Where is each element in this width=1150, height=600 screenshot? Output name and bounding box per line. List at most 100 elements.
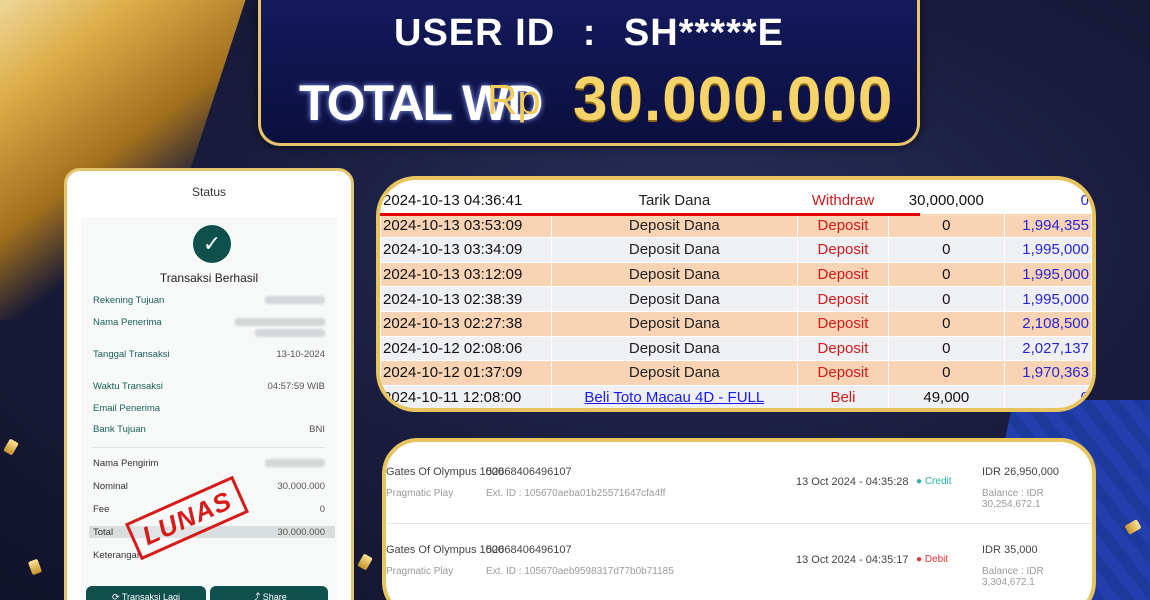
row-balance-text: 2,108,500 bbox=[1022, 315, 1089, 333]
row-date-text: 2024-10-13 03:53:09 bbox=[383, 216, 523, 234]
refresh-icon: ⟳ bbox=[111, 592, 122, 600]
row-amount: 0 bbox=[887, 360, 1005, 386]
row-date: 2024-10-12 01:37:09 bbox=[380, 360, 552, 386]
row-description: Tarik Dana bbox=[550, 188, 799, 214]
row-date: 2024-10-13 03:53:09 bbox=[380, 212, 552, 239]
user-id-row: USER ID : SH*****E bbox=[261, 12, 917, 55]
row-amount-text: 0 bbox=[942, 290, 951, 308]
game-row: Gates Of Olympus 1000 Pragmatic Play 52668… bbox=[386, 446, 1092, 524]
row-type-text: Deposit bbox=[817, 290, 869, 308]
row-type: Deposit bbox=[797, 212, 889, 239]
row-date-text: 2024-10-13 02:27:38 bbox=[383, 315, 523, 333]
row-amount-text: 0 bbox=[942, 364, 951, 382]
game-provider: Pragmatic Play bbox=[386, 488, 454, 499]
divider bbox=[93, 447, 325, 448]
row-balance: 1,995,000 bbox=[1003, 237, 1092, 263]
row-date-text: 2024-10-13 04:36:41 bbox=[383, 192, 523, 210]
row-description-text: Deposit Dana bbox=[628, 216, 720, 234]
row-balance: 0 bbox=[1003, 384, 1092, 408]
row-description-text: Deposit Dana bbox=[628, 315, 720, 333]
row-balance: 1,994,355 bbox=[1003, 212, 1092, 239]
row-balance: 2,108,500 bbox=[1003, 310, 1092, 337]
bet-link[interactable]: Beli Toto Macau 4D - FULL bbox=[584, 389, 764, 406]
row-type-text: Deposit bbox=[817, 315, 869, 333]
row-description[interactable]: Beli Toto Macau 4D - FULL bbox=[550, 384, 799, 408]
row-date-text: 2024-10-13 03:34:09 bbox=[383, 241, 523, 259]
row-amount-text: 49,000 bbox=[923, 389, 970, 407]
row-date: 2024-10-11 12:08:00 bbox=[380, 384, 552, 408]
user-id-label: USER ID bbox=[394, 12, 556, 54]
table-row: 2024-10-13 03:34:09 Deposit Dana Deposit 0 1… bbox=[380, 237, 1092, 263]
game-status: ● Debit bbox=[916, 554, 948, 565]
game-time: 13 Oct 2024 - 04:35:28 bbox=[796, 476, 909, 488]
game-ext-id: Ext. ID : 105670aeb9598317d77b0b71185 bbox=[486, 566, 674, 577]
row-date-text: 2024-10-12 01:37:09 bbox=[383, 364, 523, 382]
row-date: 2024-10-13 02:38:39 bbox=[380, 286, 552, 312]
row-amount-text: 0 bbox=[942, 241, 951, 259]
game-status-label: Credit bbox=[924, 476, 952, 487]
game-status-label: Debit bbox=[924, 554, 949, 565]
game-row: Gates Of Olympus 1000 Pragmatic Play 52668… bbox=[386, 524, 1092, 600]
transaction-history-card: 2024-10-13 04:36:41 Tarik Dana Withdraw 30,… bbox=[376, 176, 1096, 412]
game-time: 13 Oct 2024 - 04:35:17 bbox=[796, 554, 909, 566]
row-description: Deposit Dana bbox=[550, 261, 799, 288]
game-balance: Balance : IDR 3,304,672.1 bbox=[982, 566, 1044, 588]
row-balance-text: 2,027,137 bbox=[1022, 339, 1089, 357]
game-id: 52668406496107 bbox=[486, 466, 572, 478]
table-row: 2024-10-13 03:12:09 Deposit Dana Deposit 0 1… bbox=[380, 261, 1092, 288]
status-text: Transaksi Berhasil bbox=[159, 271, 259, 285]
confetti-decoration bbox=[357, 553, 373, 571]
row-date-text: 2024-10-12 02:08:06 bbox=[383, 339, 523, 357]
row-type: Deposit bbox=[797, 237, 889, 263]
row-balance-text: 1,995,000 bbox=[1022, 266, 1089, 284]
row-date-text: 2024-10-13 02:38:39 bbox=[383, 290, 523, 308]
row-date: 2024-10-13 03:34:09 bbox=[380, 237, 552, 263]
row-balance: 0 bbox=[1003, 188, 1092, 214]
status-dot-icon: ● bbox=[916, 476, 925, 487]
row-type-text: Deposit bbox=[817, 216, 869, 234]
row-description-text: Deposit Dana bbox=[628, 339, 720, 357]
game-status: ● Credit bbox=[916, 476, 952, 487]
table-row: 2024-10-13 02:38:39 Deposit Dana Deposit 0 1… bbox=[380, 286, 1092, 312]
row-type: Beli bbox=[797, 384, 889, 408]
row-type: Deposit bbox=[797, 360, 889, 386]
table-row: 2024-10-12 01:37:09 Deposit Dana Deposit 0 1… bbox=[380, 360, 1092, 386]
row-type-text: Deposit bbox=[817, 339, 869, 357]
row-description: Deposit Dana bbox=[550, 286, 799, 312]
user-id-value: SH*****E bbox=[623, 12, 784, 54]
table-row: 2024-10-13 02:27:38 Deposit Dana Deposit 0 2… bbox=[380, 310, 1092, 337]
highlight-underline bbox=[380, 213, 920, 216]
row-balance-text: 1,995,000 bbox=[1022, 241, 1089, 259]
row-description-text: Tarik Dana bbox=[638, 192, 711, 210]
row-balance: 1,995,000 bbox=[1003, 286, 1092, 312]
row-description-text: Deposit Dana bbox=[628, 364, 720, 382]
row-amount-text: 30,000,000 bbox=[908, 192, 984, 210]
row-description: Deposit Dana bbox=[550, 212, 799, 239]
game-provider: Pragmatic Play bbox=[386, 566, 454, 577]
row-amount: 0 bbox=[887, 237, 1005, 263]
transaction-table: 2024-10-13 04:36:41 Tarik Dana Withdraw 30,… bbox=[380, 188, 1092, 408]
row-amount: 0 bbox=[887, 212, 1005, 239]
currency-label: Rp bbox=[487, 76, 541, 123]
row-type: Deposit bbox=[797, 335, 889, 362]
row-type: Deposit bbox=[797, 286, 889, 312]
row-description: Deposit Dana bbox=[550, 335, 799, 362]
share-button[interactable]: ⤴ Share bbox=[210, 586, 328, 600]
row-balance-text: 1,995,000 bbox=[1022, 290, 1089, 308]
row-amount-text: 0 bbox=[942, 339, 951, 357]
row-type: Withdraw bbox=[797, 188, 889, 214]
row-description: Deposit Dana bbox=[550, 360, 799, 386]
status-dot-icon: ● bbox=[916, 554, 925, 565]
row-type-text: Deposit bbox=[817, 266, 869, 284]
row-balance: 1,995,000 bbox=[1003, 261, 1092, 288]
row-balance: 1,970,363 bbox=[1003, 360, 1092, 386]
transaksi-lagi-button[interactable]: ⟳ Transaksi Lagi bbox=[86, 586, 206, 600]
row-date-text: 2024-10-13 03:12:09 bbox=[383, 266, 523, 284]
row-description: Deposit Dana bbox=[550, 310, 799, 337]
row-amount: 0 bbox=[887, 261, 1005, 288]
transfer-receipt-card: Status ✓ Transaksi Berhasil Rekening Tuj… bbox=[64, 168, 354, 600]
table-row: 2024-10-13 03:53:09 Deposit Dana Deposit 0 1… bbox=[380, 212, 1092, 239]
game-ext-id: Ext. ID : 105670aeba01b25571647cfa4ff bbox=[486, 488, 666, 499]
table-row: 2024-10-11 12:08:00 Beli Toto Macau 4D - … bbox=[380, 384, 1092, 408]
row-date: 2024-10-12 02:08:06 bbox=[380, 335, 552, 362]
